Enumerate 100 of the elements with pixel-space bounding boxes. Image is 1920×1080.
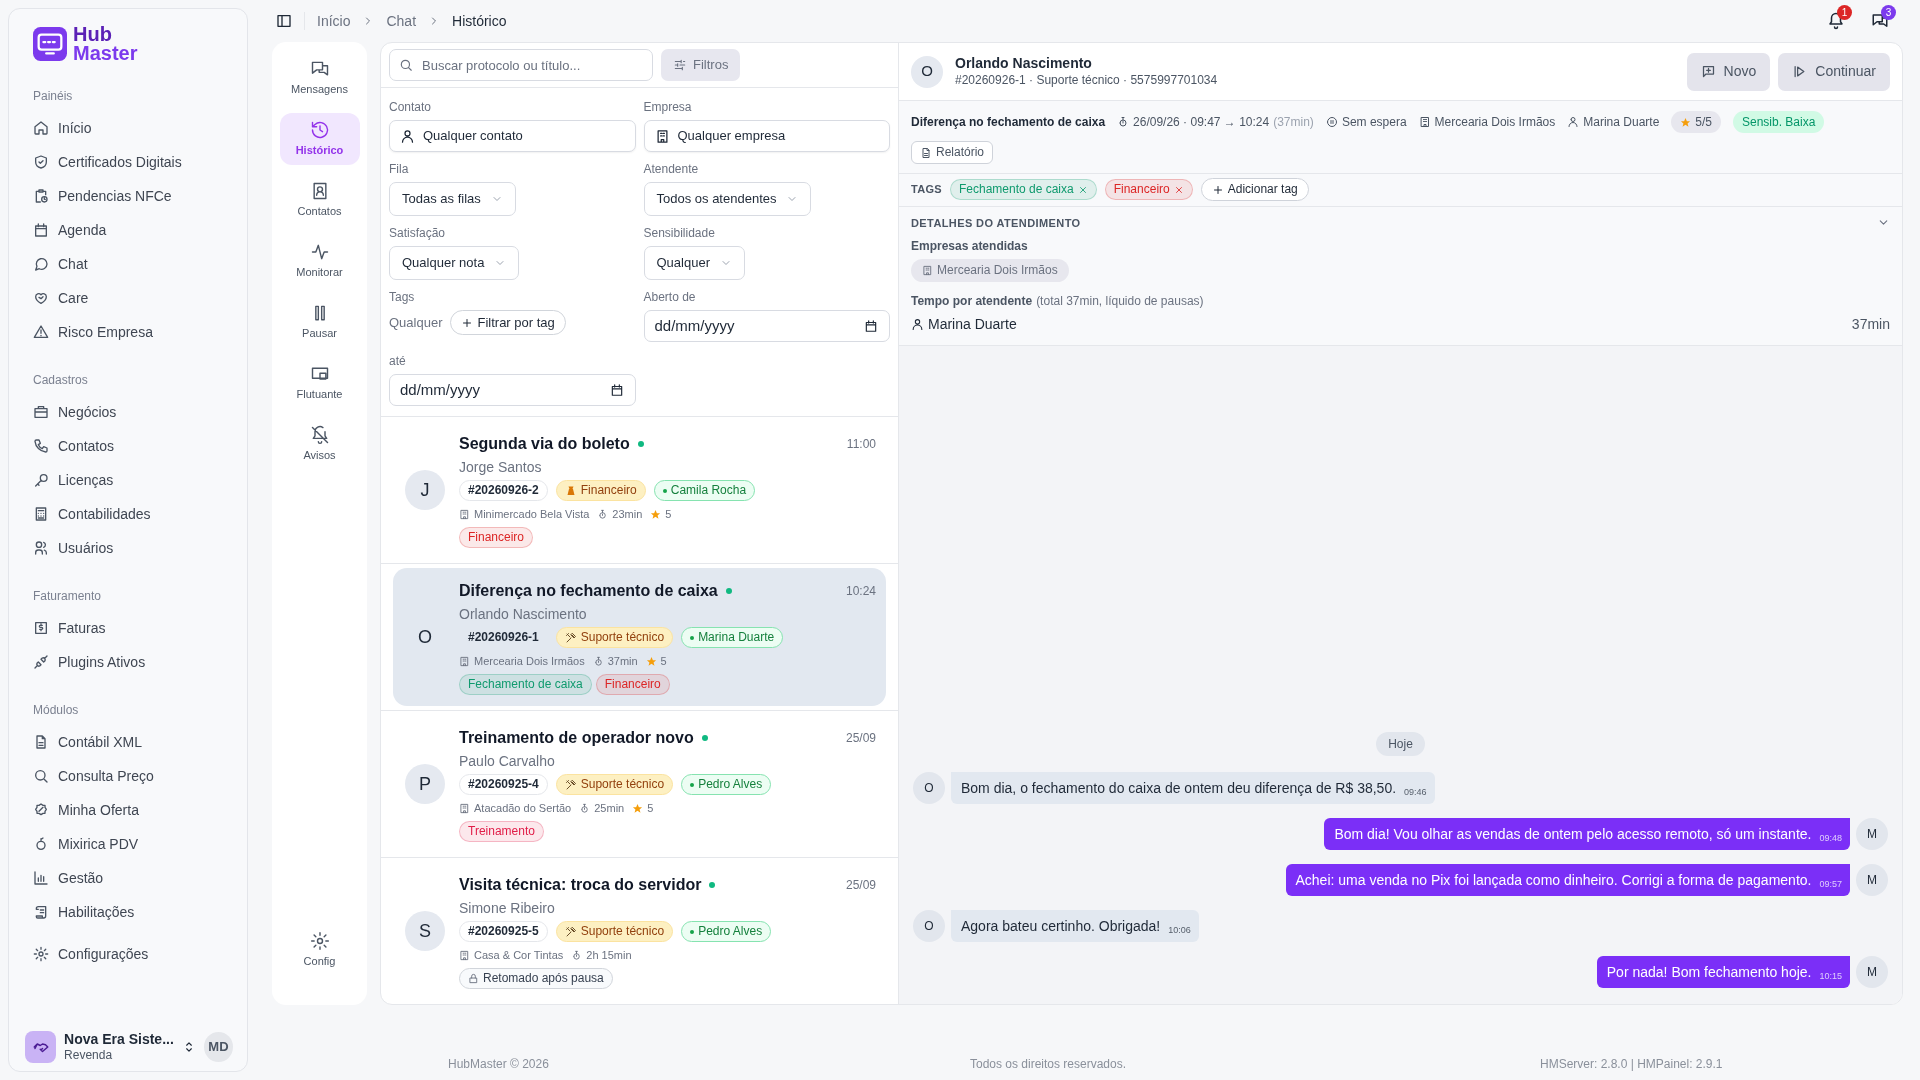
- sidebar-item[interactable]: Usuários: [21, 531, 235, 565]
- filter-by-tag-button[interactable]: Filtrar por tag: [450, 310, 566, 335]
- sidebar-item[interactable]: Consulta Preço: [21, 759, 235, 793]
- star-icon: [650, 509, 662, 520]
- section-title: DETALHES DO ATENDIMENTO: [911, 215, 1082, 231]
- sidebar-item[interactable]: Licenças: [21, 463, 235, 497]
- select-field[interactable]: Qualquer empresa: [643, 120, 890, 152]
- calendar-icon[interactable]: [864, 319, 878, 333]
- rail-tab[interactable]: Pausar: [279, 296, 360, 348]
- sidebar-item[interactable]: Faturas: [21, 611, 235, 645]
- company-name: Mercearia Dois Irmãos: [1434, 114, 1556, 131]
- user-icon: [911, 318, 924, 331]
- message-text: Por nada! Bom fechamento hoje.: [1606, 963, 1812, 982]
- star-icon: [632, 803, 644, 814]
- company-name: Minimercado Bela Vista: [474, 507, 590, 523]
- search-field[interactable]: Buscar protocolo ou título...: [389, 49, 653, 81]
- sidebar-item[interactable]: Minha Oferta: [21, 793, 235, 827]
- conversation-title: Diferença no fechamento de caixa: [911, 114, 1106, 131]
- sidebar-item[interactable]: Agenda: [21, 213, 235, 247]
- rail-tab[interactable]: Histórico: [279, 113, 360, 165]
- conversation-item[interactable]: O Diferença no fechamento de caixa 10:24 Orlando Nascimento #20260926-1 Suporte técnico Marina Duarte Mercearia Dois Irmãos 37min 5 Fechamento de caixa Financeiro: [393, 568, 886, 706]
- rail-tab[interactable]: Config: [279, 924, 360, 976]
- sidebar-item[interactable]: Habilitações: [21, 895, 235, 929]
- sidebar-item[interactable]: Início: [21, 111, 235, 145]
- sidebar-item[interactable]: Configurações: [21, 937, 235, 971]
- protocol-tag: #20260926-2: [459, 480, 548, 502]
- date-field[interactable]: dd/mm/yyyy: [643, 310, 890, 342]
- message-time: 09:57: [1819, 877, 1842, 891]
- agent-tag: Pedro Alves: [681, 774, 772, 796]
- rating-text: 5: [647, 801, 654, 817]
- select-field[interactable]: Todas as filas: [389, 182, 516, 216]
- contact-name: Jorge Santos: [459, 458, 543, 478]
- sidebar-item[interactable]: Contatos: [21, 429, 235, 463]
- wait-text: Sem espera: [1341, 114, 1407, 131]
- sidebar-item[interactable]: Plugins Ativos: [21, 645, 235, 679]
- plus-icon: [461, 316, 474, 329]
- sidebar-item-label: Contábil XML: [58, 732, 143, 752]
- section-title: Cadastros: [33, 372, 89, 389]
- sidebar-item[interactable]: Pendencias NFCe: [21, 179, 235, 213]
- select-field[interactable]: Qualquer contato: [389, 120, 636, 152]
- contact-name: Orlando Nascimento: [459, 605, 588, 625]
- agent-name: Marina Duarte: [928, 315, 1018, 334]
- conversation-item[interactable]: S Visita técnica: troca do servidor 25/09 Simone Ribeiro #20260925-5 Suporte técnico Pedro Alves Casa & Cor Tintas 2h 15min Retomado após pausa: [393, 862, 886, 1000]
- logo-icon: [33, 27, 67, 61]
- sidebar-item[interactable]: Chat: [21, 247, 235, 281]
- scroll-icon: [33, 904, 49, 920]
- sidebar-item[interactable]: Gestão: [21, 861, 235, 895]
- timer-icon: [571, 950, 583, 961]
- sliders-icon: [673, 58, 687, 72]
- duration-text: 37min: [607, 654, 638, 670]
- new-button[interactable]: Novo: [1686, 52, 1771, 91]
- timer-icon: [579, 803, 591, 814]
- rail-tab[interactable]: Contatos: [279, 174, 360, 226]
- footer-text: HubMaster © 2026: [447, 1055, 550, 1073]
- count-badge: 1: [1837, 5, 1852, 20]
- select-field[interactable]: Qualquer nota: [389, 246, 520, 280]
- breadcrumb-item[interactable]: Chat: [386, 10, 417, 32]
- contact-name: Orlando Nascimento: [955, 54, 1093, 72]
- key-icon: [33, 472, 49, 488]
- field-label: Tempo por atendente: [911, 293, 1033, 310]
- message-plus-icon: [1700, 64, 1716, 79]
- remove-icon[interactable]: [1173, 184, 1184, 195]
- company-tag: Mercearia Dois Irmãos: [911, 259, 1069, 282]
- date-field[interactable]: dd/mm/yyyy: [389, 374, 636, 406]
- sidebar-item[interactable]: Contábil XML: [21, 725, 235, 759]
- sidebar-item-label: Configurações: [58, 944, 149, 964]
- sidebar-item[interactable]: Contabilidades: [21, 497, 235, 531]
- queue-tag: Suporte técnico: [555, 627, 674, 649]
- calendar-icon[interactable]: [609, 383, 624, 397]
- sidebar-item[interactable]: Risco Empresa: [21, 315, 235, 349]
- sidebar-item-label: Gestão: [58, 868, 104, 888]
- rail-tab[interactable]: Avisos: [279, 418, 360, 470]
- conversation-item[interactable]: P Treinamento de operador novo 25/09 Paulo Carvalho #20260925-4 Suporte técnico Pedro Alves Atacadão do Sertão 25min 5 Treinamento: [393, 715, 886, 853]
- breadcrumb-item[interactable]: Início: [317, 10, 351, 32]
- plus-icon: [1211, 183, 1224, 196]
- warning-icon: [33, 324, 49, 340]
- sidebar-item[interactable]: Mixirica PDV: [21, 827, 235, 861]
- continue-button[interactable]: Continuar: [1778, 52, 1890, 91]
- company-name: Mercearia Dois Irmãos: [474, 654, 585, 670]
- user-avatar[interactable]: MD: [203, 1032, 233, 1062]
- add-tag-button[interactable]: Adicionar tag: [1200, 178, 1309, 201]
- search-icon: [399, 58, 413, 72]
- field-label: até: [389, 353, 407, 370]
- field-label: Atendente: [643, 161, 700, 178]
- report-button[interactable]: Relatório: [911, 141, 994, 164]
- sidebar-item[interactable]: Certificados Digitais: [21, 145, 235, 179]
- filters-button[interactable]: Filtros: [661, 49, 741, 81]
- conversation-time: 25/09: [845, 730, 876, 748]
- select-field[interactable]: Todos os atendentes: [643, 182, 812, 216]
- building-icon: [459, 656, 470, 667]
- sidebar-toggle-icon[interactable]: [276, 13, 292, 29]
- rail-tab[interactable]: Monitorar: [279, 235, 360, 287]
- company-name: Casa & Cor Tintas: [474, 948, 564, 964]
- sidebar-item[interactable]: Care: [21, 281, 235, 315]
- conversation-item[interactable]: J Segunda via do boleto 11:00 Jorge Santos #20260926-2 Financeiro Camila Rocha Minimercado Bela Vista 23min 5 Financeiro: [393, 421, 886, 559]
- rail-tab[interactable]: Flutuante: [279, 357, 360, 409]
- select-field[interactable]: Qualquer: [643, 246, 745, 280]
- message-text: Bom dia! Vou olhar as vendas de ontem pelo acesso remoto, só um instante.: [1334, 825, 1812, 844]
- rail-tab[interactable]: Mensagens: [279, 52, 360, 104]
- sidebar-item[interactable]: Negócios: [21, 395, 235, 429]
